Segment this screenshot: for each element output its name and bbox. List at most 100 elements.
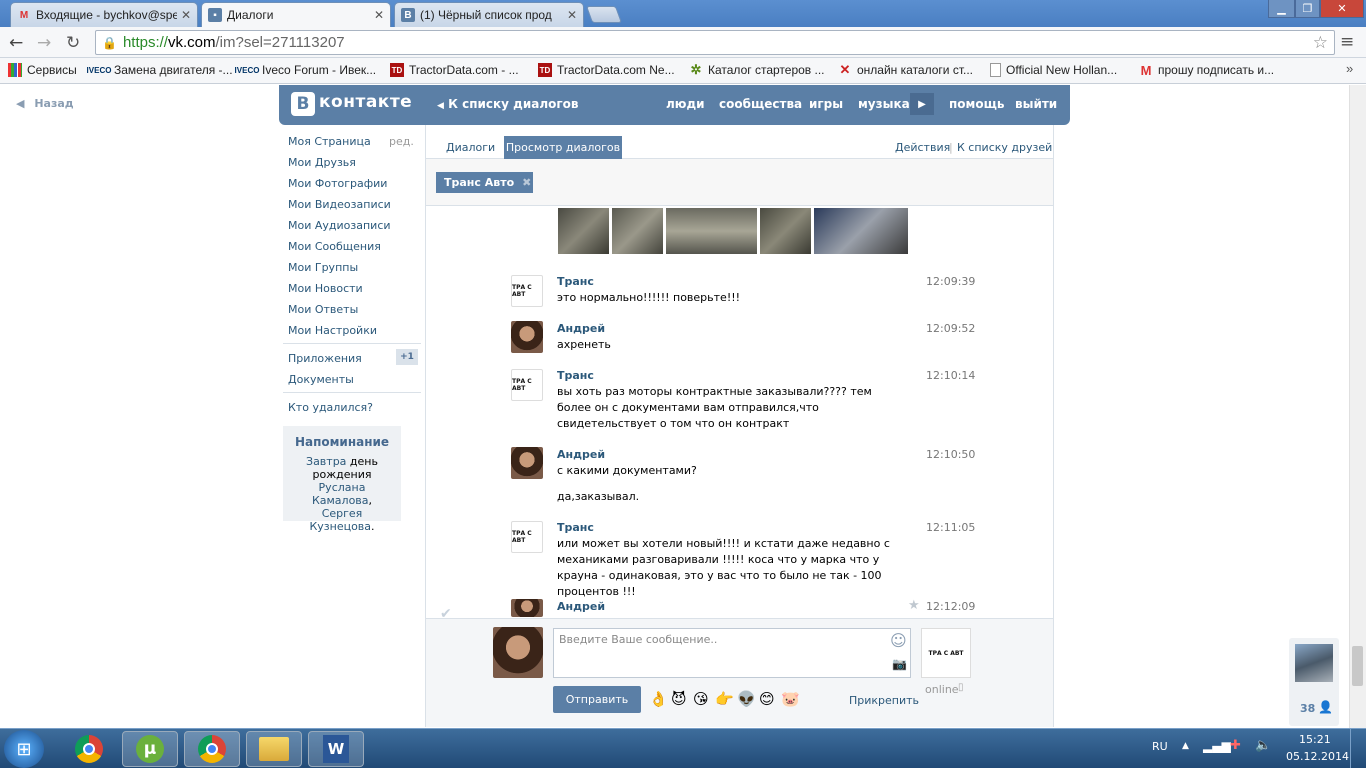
recipient-chip[interactable]: Транс Авто ✖: [436, 172, 533, 193]
star-icon[interactable]: ★: [908, 598, 920, 613]
attach-link[interactable]: Прикрепить: [849, 694, 919, 707]
message-author[interactable]: Транс: [557, 369, 594, 382]
reminder-name-2[interactable]: Сергея Кузнецова: [309, 507, 371, 533]
close-icon[interactable]: ✕: [181, 8, 191, 22]
vk-logo[interactable]: В: [291, 92, 315, 116]
emoji-kiss-icon[interactable]: 😘: [693, 690, 709, 708]
menu-my-page[interactable]: Моя Страница: [288, 135, 371, 148]
tab-gmail[interactable]: M Входящие - bychkov@spe ✕: [10, 2, 198, 27]
emoji-alien-icon[interactable]: 👽: [737, 690, 756, 708]
bookmark-iveco-engine[interactable]: IVECO Замена двигателя -...: [87, 63, 233, 77]
bookmark-tractordata-1[interactable]: TD TractorData.com - ...: [390, 63, 519, 77]
menu-messages[interactable]: Мои Сообщения: [288, 240, 381, 253]
reminder-tomorrow-link[interactable]: Завтра: [306, 455, 346, 468]
photo-thumbnail[interactable]: [666, 208, 757, 254]
nav-music[interactable]: музыка: [858, 97, 910, 111]
close-icon[interactable]: ✕: [567, 8, 577, 22]
maximize-button[interactable]: ❐: [1295, 0, 1320, 18]
menu-icon[interactable]: ≡: [1340, 32, 1354, 52]
play-icon[interactable]: ▶: [910, 93, 934, 115]
tray-expand-icon[interactable]: ▲: [1182, 741, 1189, 751]
nav-people[interactable]: люди: [666, 97, 705, 111]
nav-games[interactable]: игры: [809, 97, 843, 111]
avatar[interactable]: ТРА С АВТ: [511, 275, 543, 307]
folder-taskbar-icon[interactable]: [246, 731, 302, 767]
menu-audio[interactable]: Мои Аудиозаписи: [288, 219, 391, 232]
volume-icon[interactable]: 🔈: [1255, 738, 1271, 753]
friends-list-link[interactable]: К списку друзей: [957, 141, 1052, 154]
emoji-ok-icon[interactable]: 👌: [649, 690, 668, 708]
actions-link[interactable]: Действия: [895, 141, 950, 154]
scrollbar-thumb[interactable]: [1352, 646, 1363, 686]
close-window-button[interactable]: ✕: [1320, 0, 1364, 18]
menu-settings[interactable]: Мои Настройки: [288, 324, 377, 337]
back-to-dialogs-link[interactable]: ◀ К списку диалогов: [437, 97, 579, 111]
recipient-avatar[interactable]: ТРА С АВТ: [921, 628, 971, 678]
star-icon[interactable]: ☆: [1313, 33, 1328, 53]
avatar[interactable]: ТРА С АВТ: [511, 521, 543, 553]
clock-time[interactable]: 15:21: [1299, 733, 1331, 746]
signal-icon[interactable]: ▂▄▆: [1203, 739, 1231, 753]
bookmark-services[interactable]: Сервисы: [8, 63, 77, 77]
tab-blacklist[interactable]: B (1) Чёрный список прод ✕: [394, 2, 584, 27]
back-link[interactable]: ◀ Назад: [16, 97, 74, 110]
word-taskbar-icon[interactable]: W: [308, 731, 364, 767]
message-author[interactable]: Транс: [557, 275, 594, 288]
emoji-smile-icon[interactable]: 😊: [759, 690, 775, 708]
photo-thumbnail[interactable]: [558, 208, 609, 254]
start-button[interactable]: ⊞: [4, 730, 44, 768]
utorrent-taskbar-icon[interactable]: µ: [122, 731, 178, 767]
bookmark-iveco-forum[interactable]: IVECO Iveco Forum - Ивек...: [235, 63, 377, 77]
message-author[interactable]: Андрей: [557, 448, 605, 461]
menu-documents[interactable]: Документы: [288, 373, 354, 386]
address-bar[interactable]: 🔒 https:// vk.com /im?sel=271113207 ☆: [95, 30, 1335, 55]
scrollbar[interactable]: [1349, 85, 1366, 728]
tray-app-icon[interactable]: ✚: [1230, 738, 1241, 753]
message-author[interactable]: Андрей: [557, 600, 605, 613]
emoji-pig-icon[interactable]: 🐷: [781, 690, 800, 708]
close-icon[interactable]: ✕: [374, 8, 384, 22]
message-author[interactable]: Андрей: [557, 322, 605, 335]
nav-help[interactable]: помощь: [949, 97, 1004, 111]
avatar[interactable]: ТРА С АВТ: [511, 369, 543, 401]
back-arrow-icon[interactable]: ←: [9, 33, 23, 53]
language-indicator[interactable]: RU: [1152, 740, 1168, 753]
tab-view-dialogs[interactable]: Просмотр диалогов: [504, 136, 622, 159]
menu-friends[interactable]: Мои Друзья: [288, 156, 356, 169]
menu-who-deleted[interactable]: Кто удалился?: [288, 401, 373, 414]
message-input[interactable]: Введите Ваше сообщение..: [553, 628, 911, 678]
bookmark-tractordata-2[interactable]: TD TractorData.com Ne...: [538, 63, 675, 77]
emoji-devil-icon[interactable]: 😈: [671, 690, 687, 708]
minimize-button[interactable]: ▁: [1268, 0, 1295, 18]
forward-arrow-icon[interactable]: →: [37, 33, 51, 53]
nav-logout[interactable]: выйти: [1015, 97, 1057, 111]
photo-thumbnail[interactable]: [612, 208, 663, 254]
chrome-taskbar-icon[interactable]: [61, 731, 117, 767]
avatar[interactable]: [511, 447, 543, 479]
bookmark-starters[interactable]: ✲ Каталог стартеров ...: [689, 62, 825, 77]
menu-answers[interactable]: Мои Ответы: [288, 303, 358, 316]
clock-date[interactable]: 05.12.2014: [1286, 750, 1349, 763]
more-bookmarks-icon[interactable]: »: [1346, 61, 1353, 76]
photo-thumbnail[interactable]: [760, 208, 811, 254]
photo-thumbnail[interactable]: [814, 208, 908, 254]
avatar[interactable]: [511, 599, 543, 617]
tab-dialogs-list[interactable]: Диалоги: [446, 141, 495, 154]
menu-news[interactable]: Мои Новости: [288, 282, 363, 295]
menu-apps[interactable]: Приложения: [288, 352, 362, 365]
menu-edit-link[interactable]: ред.: [389, 135, 414, 148]
tab-dialogs[interactable]: ▪ Диалоги ✕: [201, 2, 391, 27]
reminder-name-1[interactable]: Руслана Камалова: [312, 481, 369, 507]
show-desktop-button[interactable]: [1350, 729, 1366, 768]
emoji-point-icon[interactable]: 👉: [715, 690, 734, 708]
my-avatar[interactable]: [493, 627, 543, 678]
menu-photos[interactable]: Мои Фотографии: [288, 177, 387, 190]
bookmark-catalogs[interactable]: ✕ онлайн каталоги ст...: [838, 62, 973, 77]
side-widget-avatar[interactable]: [1295, 644, 1333, 682]
bookmark-gmail[interactable]: M прошу подписать и...: [1139, 63, 1275, 78]
new-tab-button[interactable]: [585, 6, 623, 23]
avatar[interactable]: [511, 321, 543, 353]
smiley-icon[interactable]: ☺: [890, 631, 907, 650]
reload-icon[interactable]: ↻: [66, 33, 80, 53]
chrome-active-taskbar-icon[interactable]: [184, 731, 240, 767]
